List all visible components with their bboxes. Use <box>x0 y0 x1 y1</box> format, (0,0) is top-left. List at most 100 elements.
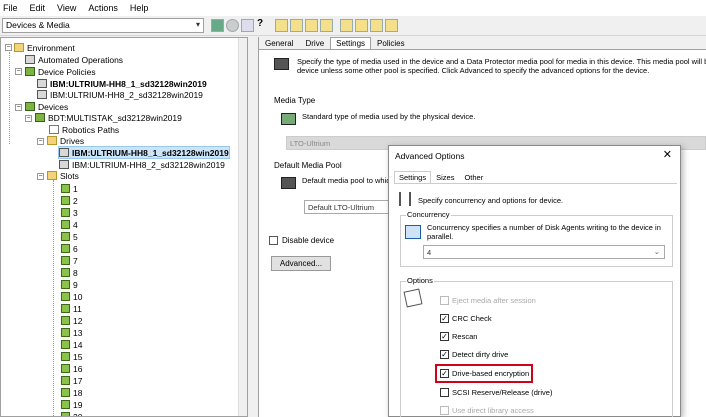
tree-node-slot[interactable]: 3 <box>61 207 78 218</box>
menu-edit[interactable]: Edit <box>30 3 46 13</box>
tree-node-slot[interactable]: 5 <box>61 231 78 242</box>
detect-dirty-drive-option[interactable]: ✓ Detect dirty drive <box>440 350 508 359</box>
tree-node-automated-operations[interactable]: Automated Operations <box>25 54 123 65</box>
media-pool-icon <box>281 177 296 189</box>
tree-node-slot[interactable]: 16 <box>61 363 82 374</box>
context-select[interactable]: Devices & Media ▾ <box>2 18 204 33</box>
tree-node-slot[interactable]: 7 <box>61 255 78 266</box>
tree-node-slot[interactable]: 2 <box>61 195 78 206</box>
advanced-button[interactable]: Advanced... <box>271 256 331 271</box>
direct-library-access-option[interactable]: Use direct library access <box>440 406 534 415</box>
collapse-icon[interactable]: − <box>37 138 44 145</box>
tree-node-devices[interactable]: Devices <box>25 101 68 112</box>
tree-node-slot[interactable]: 10 <box>61 291 82 302</box>
tree-node-slot[interactable]: 17 <box>61 375 82 386</box>
crc-check-option[interactable]: ✓ CRC Check <box>440 314 492 323</box>
tree-node-device-policies[interactable]: Device Policies <box>25 66 96 77</box>
tree-node-drives[interactable]: Drives <box>47 135 84 146</box>
tree-node-slot[interactable]: 13 <box>61 327 82 338</box>
eject-media-checkbox[interactable] <box>440 296 449 305</box>
tree-scrollbar[interactable] <box>238 38 247 416</box>
tree-node-policy-1[interactable]: IBM:ULTRIUM-HH8_1_sd32128win2019 <box>37 78 207 89</box>
monitor-icon[interactable] <box>385 19 398 32</box>
slot-icon <box>61 328 70 337</box>
menu-actions[interactable]: Actions <box>88 3 118 13</box>
tree-node-environment[interactable]: Environment <box>14 42 75 53</box>
scsi-reserve-option[interactable]: SCSI Reserve/Release (drive) <box>440 388 552 397</box>
menu-file[interactable]: File <box>3 3 18 13</box>
tree-node-slot[interactable]: 8 <box>61 267 78 278</box>
library-icon <box>35 113 45 122</box>
tree-node-slot[interactable]: 1 <box>61 183 78 194</box>
tree-node-slot[interactable]: 15 <box>61 351 82 362</box>
tree-node-drive-2[interactable]: IBM:ULTRIUM-HH8_2_sd32128win2019 <box>59 159 225 170</box>
devices-icon[interactable] <box>211 19 224 32</box>
media-type-desc: Standard type of media used by the physi… <box>302 112 476 121</box>
toolbar: Devices & Media ▾ ? <box>0 16 706 36</box>
slot-icon <box>61 244 70 253</box>
report-icon[interactable] <box>340 19 353 32</box>
drive-based-encryption-checkbox[interactable]: ✓ <box>440 369 449 378</box>
tree-node-slot[interactable]: 11 <box>61 303 82 314</box>
tree-node-library[interactable]: BDT:MULTISTAK_sd32128win2019 <box>35 112 182 123</box>
collapse-icon[interactable]: − <box>5 44 12 51</box>
crc-check-checkbox[interactable]: ✓ <box>440 314 449 323</box>
slot-icon <box>61 220 70 229</box>
context-select-value: Devices & Media <box>6 20 70 30</box>
save-icon[interactable] <box>305 19 318 32</box>
collapse-icon[interactable]: − <box>25 115 32 122</box>
tree-node-drive-1[interactable]: IBM:ULTRIUM-HH8_1_sd32128win2019 <box>58 146 230 159</box>
tree-node-slot[interactable]: 4 <box>61 219 78 230</box>
chevron-down-icon: ⌄ <box>653 247 660 256</box>
slot-icon <box>61 208 70 217</box>
properties-icon[interactable] <box>241 19 254 32</box>
slot-icon <box>61 364 70 373</box>
tree-node-slot[interactable]: 14 <box>61 339 82 350</box>
settings-intro-line-1: Specify the type of media used in the de… <box>297 57 706 66</box>
tree-node-slot[interactable]: 6 <box>61 243 78 254</box>
open-icon[interactable] <box>275 19 288 32</box>
dialog-tab-settings[interactable]: Settings <box>394 171 432 183</box>
dialog-tab-sizes[interactable]: Sizes <box>431 171 459 183</box>
device-policies-icon <box>25 67 35 76</box>
tree-node-policy-2[interactable]: IBM:ULTRIUM-HH8_2_sd32128win2019 <box>37 89 203 100</box>
pool-field[interactable]: Default LTO-Ultrium <box>304 200 394 214</box>
detect-dirty-drive-checkbox[interactable]: ✓ <box>440 350 449 359</box>
collapse-icon[interactable]: − <box>15 68 22 75</box>
rescan-checkbox[interactable]: ✓ <box>440 332 449 341</box>
copy-icon[interactable] <box>320 19 333 32</box>
collapse-icon[interactable]: − <box>37 173 44 180</box>
close-icon[interactable]: ✕ <box>663 148 672 161</box>
eject-media-option[interactable]: Eject media after session <box>440 296 536 305</box>
concurrency-select[interactable]: 4 ⌄ <box>423 245 665 259</box>
folder-icon[interactable] <box>290 19 303 32</box>
tree-node-robotics[interactable]: Robotics Paths <box>49 124 119 135</box>
sliders-icon <box>399 192 411 206</box>
disable-device-checkbox[interactable] <box>269 236 278 245</box>
drive-based-encryption-option[interactable]: ✓ Drive-based encryption <box>440 369 529 378</box>
stop-icon[interactable] <box>226 19 239 32</box>
collapse-icon[interactable]: − <box>15 104 22 111</box>
chevron-down-icon: ▾ <box>195 20 200 29</box>
tape-drive-icon <box>37 79 47 88</box>
rescan-option[interactable]: ✓ Rescan <box>440 332 477 341</box>
tree-node-slot[interactable]: 12 <box>61 315 82 326</box>
print-icon[interactable] <box>355 19 368 32</box>
tree-node-slots[interactable]: Slots <box>47 170 79 181</box>
slot-icon <box>61 232 70 241</box>
options-label: Options <box>406 276 434 285</box>
menu-view[interactable]: View <box>57 3 76 13</box>
dialog-tab-other[interactable]: Other <box>459 171 488 183</box>
tree-node-slot[interactable]: 9 <box>61 279 78 290</box>
scsi-reserve-checkbox[interactable] <box>440 388 449 397</box>
menu-help[interactable]: Help <box>130 3 149 13</box>
help-icon[interactable]: ? <box>257 18 263 29</box>
tree-line <box>9 52 10 144</box>
tree-node-slot[interactable]: 20 <box>61 411 82 416</box>
direct-library-access-checkbox[interactable] <box>440 406 449 415</box>
tree-node-slot[interactable]: 19 <box>61 399 82 410</box>
slot-icon <box>61 280 70 289</box>
tree-node-slot[interactable]: 18 <box>61 387 82 398</box>
edit-icon[interactable] <box>370 19 383 32</box>
drives-icon <box>47 136 57 145</box>
